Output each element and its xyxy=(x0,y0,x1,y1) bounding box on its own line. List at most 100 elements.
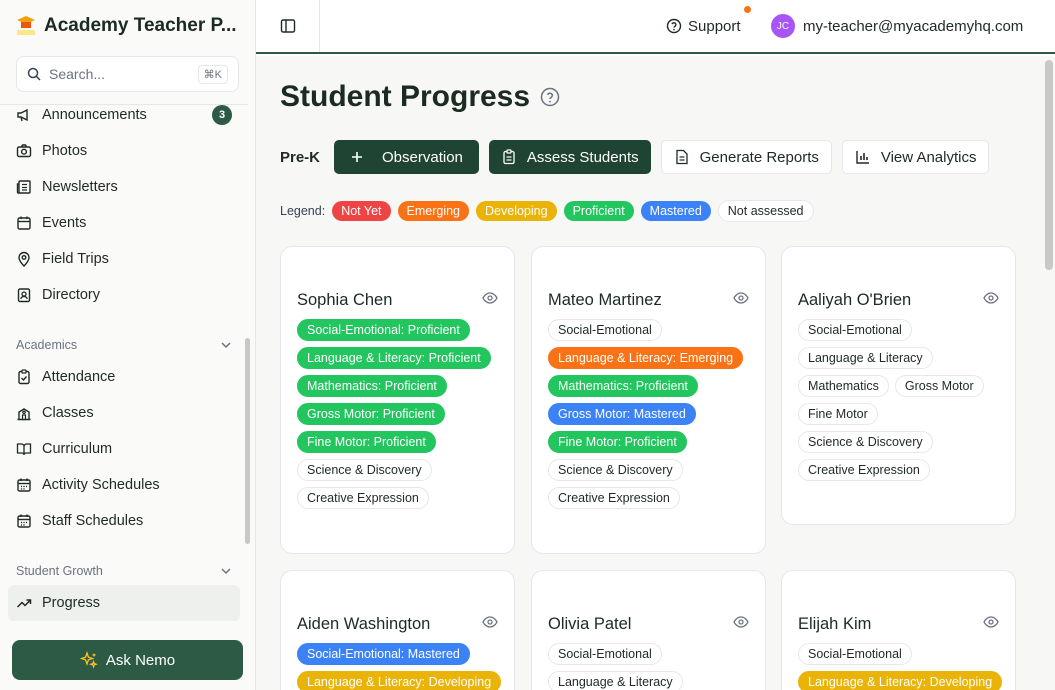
sidebar-nav: Announcements 3 Photos Newsletters Event… xyxy=(0,104,248,630)
domain-tag[interactable]: Gross Motor xyxy=(894,375,984,397)
search-icon xyxy=(27,67,41,81)
user-menu[interactable]: JC my-teacher@myacademyhq.com xyxy=(771,14,1023,38)
section-academics[interactable]: Academics xyxy=(0,331,248,359)
student-card[interactable]: Aaliyah O'Brien Social-Emotional Language … xyxy=(781,246,1016,525)
sparkles-icon xyxy=(79,651,98,669)
eye-icon[interactable] xyxy=(983,290,999,311)
sidebar-item-label: Classes xyxy=(42,405,94,421)
sidebar-item-progress[interactable]: Progress xyxy=(8,585,240,621)
school-icon xyxy=(16,405,32,421)
calendar-icon xyxy=(16,215,32,231)
domain-tag[interactable]: Science & Discovery xyxy=(548,459,683,481)
eye-icon[interactable] xyxy=(733,290,749,311)
sidebar-item-label: Directory xyxy=(42,287,101,303)
view-analytics-button[interactable]: View Analytics xyxy=(841,140,990,174)
clipboard-check-icon xyxy=(16,369,32,385)
domain-tag[interactable]: Social-Emotional xyxy=(548,319,662,341)
domain-tag[interactable]: Gross Motor: Proficient xyxy=(297,403,445,425)
sidebar-item-label: Staff Schedules xyxy=(42,513,144,529)
search-shortcut: ⌘K xyxy=(197,64,228,84)
student-card[interactable]: Olivia Patel Social-Emotional Language & L… xyxy=(531,570,766,690)
domain-tag[interactable]: Social-Emotional xyxy=(548,643,662,665)
legend-label: Legend: xyxy=(280,204,326,218)
domain-tag[interactable]: Social-Emotional: Mastered xyxy=(297,643,470,665)
sidebar-item-classes[interactable]: Classes xyxy=(0,395,248,431)
section-label: Academics xyxy=(16,338,78,352)
student-card-header: Sophia Chen xyxy=(297,290,498,311)
domain-tag[interactable]: Mathematics: Proficient xyxy=(548,375,698,397)
sidebar-item-events[interactable]: Events xyxy=(0,205,248,241)
domain-tag[interactable]: Language & Literacy: Developing xyxy=(297,671,502,690)
domain-tag[interactable]: Language & Literacy: Proficient xyxy=(297,347,491,369)
assess-students-button[interactable]: Assess Students xyxy=(488,140,651,174)
legend-item-proficient: Proficient xyxy=(563,201,634,221)
domain-tag[interactable]: Mathematics: Proficient xyxy=(297,375,447,397)
eye-icon[interactable] xyxy=(482,614,498,635)
search-placeholder: Search... xyxy=(49,66,106,82)
domain-tag[interactable]: Science & Discovery xyxy=(297,459,432,481)
domain-tag[interactable]: Science & Discovery xyxy=(798,431,933,453)
domain-tag-list: Social-Emotional Language & Literacy: Eme… xyxy=(548,319,749,509)
announcements-count-badge: 3 xyxy=(212,105,232,125)
student-name: Olivia Patel xyxy=(548,615,632,633)
sidebar-item-field-trips[interactable]: Field Trips xyxy=(0,241,248,277)
student-card[interactable]: Aiden Washington Social-Emotional: Master… xyxy=(280,570,515,690)
domain-tag[interactable]: Creative Expression xyxy=(297,487,429,509)
sidebar-item-staff-schedules[interactable]: Staff Schedules xyxy=(0,503,248,539)
student-name: Elijah Kim xyxy=(798,615,872,633)
legend-item-not-yet: Not Yet xyxy=(332,201,391,221)
student-card[interactable]: Sophia Chen Social-Emotional: Proficient L… xyxy=(280,246,515,554)
domain-tag[interactable]: Creative Expression xyxy=(548,487,680,509)
sidebar-item-announcements[interactable]: Announcements 3 xyxy=(0,105,248,133)
eye-icon[interactable] xyxy=(482,290,498,311)
domain-tag[interactable]: Mathematics xyxy=(798,375,889,397)
page-title: Student Progress xyxy=(280,80,560,114)
search-input[interactable]: Search... ⌘K xyxy=(16,56,239,92)
sidebar-item-activity-schedules[interactable]: Activity Schedules xyxy=(0,467,248,503)
clipboard-list-icon xyxy=(503,149,515,165)
student-card[interactable]: Mateo Martinez Social-Emotional Language &… xyxy=(531,246,766,554)
domain-tag[interactable]: Gross Motor: Mastered xyxy=(548,403,696,425)
sidebar-item-attendance[interactable]: Attendance xyxy=(0,359,248,395)
domain-tag[interactable]: Language & Literacy: Emerging xyxy=(548,347,744,369)
sidebar-item-label: Announcements xyxy=(42,107,147,123)
generate-reports-button[interactable]: Generate Reports xyxy=(660,140,832,174)
domain-tag[interactable]: Language & Literacy xyxy=(548,671,683,690)
camera-icon xyxy=(16,143,32,159)
sidebar-scrollbar[interactable] xyxy=(245,338,250,544)
legend-item-not-assessed: Not assessed xyxy=(717,200,814,222)
ask-nemo-button[interactable]: Ask Nemo xyxy=(12,640,243,680)
eye-icon[interactable] xyxy=(983,614,999,635)
grade-label: Pre-K xyxy=(280,148,321,166)
eye-icon[interactable] xyxy=(733,614,749,635)
sidebar-item-label: Activity Schedules xyxy=(42,477,160,493)
student-card[interactable]: Elijah Kim Social-Emotional Language & Lit… xyxy=(781,570,1016,690)
domain-tag[interactable]: Social-Emotional xyxy=(798,319,912,341)
calendar-days-icon xyxy=(16,513,32,529)
student-card-header: Aiden Washington xyxy=(297,614,498,635)
domain-tag[interactable]: Fine Motor: Proficient xyxy=(548,431,687,453)
sidebar-item-photos[interactable]: Photos xyxy=(0,133,248,169)
megaphone-icon xyxy=(16,107,32,123)
reports-label: Generate Reports xyxy=(699,148,819,166)
domain-tag[interactable]: Fine Motor: Proficient xyxy=(297,431,436,453)
brand[interactable]: Academy Teacher P... xyxy=(0,0,255,52)
domain-tag[interactable]: Social-Emotional: Proficient xyxy=(297,319,470,341)
main-scrollbar[interactable] xyxy=(1045,60,1053,270)
domain-tag[interactable]: Creative Expression xyxy=(798,459,930,481)
sidebar-toggle-button[interactable] xyxy=(256,0,320,52)
add-observation-button[interactable]: Observation xyxy=(334,140,479,174)
sidebar-item-directory[interactable]: Directory xyxy=(0,277,248,313)
domain-tag-list: Social-Emotional Language & Literacy: Dev… xyxy=(798,643,1003,690)
support-button[interactable]: Support xyxy=(666,5,751,35)
help-circle-icon[interactable] xyxy=(540,87,560,107)
main-content: Student Progress Pre-K Observation Asses… xyxy=(256,56,1055,690)
domain-tag[interactable]: Language & Literacy xyxy=(798,347,933,369)
section-student-growth[interactable]: Student Growth xyxy=(0,557,248,585)
sidebar-item-curriculum[interactable]: Curriculum xyxy=(0,431,248,467)
domain-tag[interactable]: Language & Literacy: Developing xyxy=(798,671,1003,690)
sidebar-item-newsletters[interactable]: Newsletters xyxy=(0,169,248,205)
domain-tag-list: Social-Emotional: Proficient Language & L… xyxy=(297,319,498,509)
domain-tag[interactable]: Social-Emotional xyxy=(798,643,912,665)
domain-tag[interactable]: Fine Motor xyxy=(798,403,878,425)
